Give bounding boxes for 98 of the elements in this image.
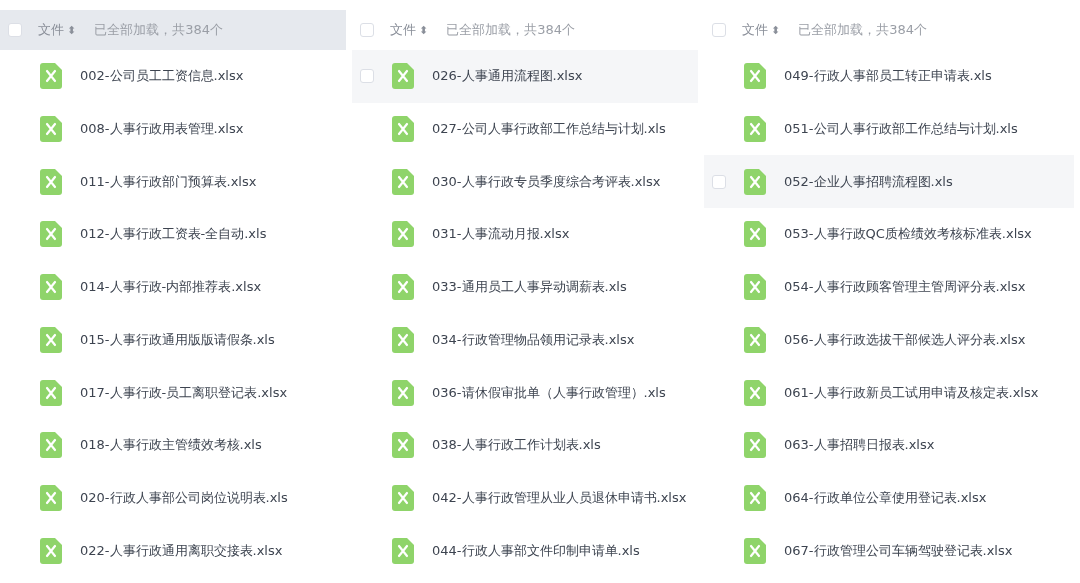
file-name: 049-行政人事部员工转正申请表.xls bbox=[784, 67, 992, 86]
row-checkbox[interactable] bbox=[712, 174, 726, 189]
file-name: 027-公司人事行政部工作总结与计划.xls bbox=[432, 120, 666, 139]
load-status: 已全部加载，共384个 bbox=[446, 21, 576, 39]
file-row[interactable]: 061-人事行政新员工试用申请及核定表.xlsx bbox=[704, 366, 1074, 419]
spreadsheet-file-icon bbox=[40, 168, 62, 195]
file-row[interactable]: 011-人事行政部门预算表.xlsx bbox=[0, 155, 346, 209]
file-name: 022-人事行政通用离职交接表.xlsx bbox=[80, 541, 283, 560]
file-name: 014-人事行政-内部推荐表.xlsx bbox=[80, 278, 262, 297]
file-row[interactable]: 027-公司人事行政部工作总结与计划.xls bbox=[352, 102, 698, 156]
file-name: 051-公司人事行政部工作总结与计划.xls bbox=[784, 120, 1018, 139]
spreadsheet-file-icon bbox=[744, 379, 766, 406]
file-row[interactable]: 012-人事行政工资表-全自动.xls bbox=[0, 208, 346, 261]
select-all-checkbox[interactable] bbox=[360, 23, 374, 37]
file-name: 042-人事行政管理从业人员退休申请书.xlsx bbox=[432, 488, 687, 507]
spreadsheet-file-icon bbox=[392, 168, 414, 195]
spreadsheet-file-icon bbox=[392, 484, 414, 511]
spreadsheet-file-icon bbox=[392, 274, 414, 301]
spreadsheet-file-icon bbox=[744, 221, 766, 248]
file-row[interactable]: 002-公司员工工资信息.xlsx bbox=[0, 50, 346, 103]
file-name: 054-人事行政顾客管理主管周评分表.xlsx bbox=[784, 278, 1026, 297]
file-row[interactable]: 030-人事行政专员季度综合考评表.xlsx bbox=[352, 155, 698, 209]
file-row[interactable]: 064-行政单位公章使用登记表.xlsx bbox=[704, 471, 1074, 525]
file-row[interactable]: 034-行政管理物品领用记录表.xlsx bbox=[352, 313, 698, 367]
file-row[interactable]: 033-通用员工人事异动调薪表.xls bbox=[352, 260, 698, 314]
file-name: 002-公司员工工资信息.xlsx bbox=[80, 67, 244, 86]
load-status: 已全部加载，共384个 bbox=[798, 21, 928, 39]
spreadsheet-file-icon bbox=[744, 168, 766, 195]
file-name: 044-行政人事部文件印制申请单.xls bbox=[432, 541, 640, 560]
load-status: 已全部加载，共384个 bbox=[94, 21, 224, 39]
spreadsheet-file-icon bbox=[392, 379, 414, 406]
file-row[interactable]: 026-人事通用流程图.xlsx bbox=[352, 50, 698, 103]
file-name: 064-行政单位公章使用登记表.xlsx bbox=[784, 488, 987, 507]
spreadsheet-file-icon bbox=[40, 221, 62, 248]
spreadsheet-file-icon bbox=[40, 432, 62, 459]
file-row[interactable]: 052-企业人事招聘流程图.xls bbox=[704, 155, 1074, 209]
file-row[interactable]: 042-人事行政管理从业人员退休申请书.xlsx bbox=[352, 471, 698, 525]
spreadsheet-file-icon bbox=[392, 432, 414, 459]
file-row[interactable]: 049-行政人事部员工转正申请表.xls bbox=[704, 50, 1074, 103]
spreadsheet-file-icon bbox=[392, 326, 414, 353]
file-name: 036-请休假审批单（人事行政管理）.xls bbox=[432, 383, 666, 402]
row-checkbox[interactable] bbox=[360, 69, 374, 84]
file-name: 033-通用员工人事异动调薪表.xls bbox=[432, 278, 627, 297]
spreadsheet-file-icon bbox=[744, 432, 766, 459]
file-row[interactable]: 008-人事行政用表管理.xlsx bbox=[0, 102, 346, 156]
file-name: 026-人事通用流程图.xlsx bbox=[432, 67, 583, 86]
file-row[interactable]: 020-行政人事部公司岗位说明表.xls bbox=[0, 471, 346, 525]
spreadsheet-file-icon bbox=[744, 63, 766, 90]
select-all-checkbox[interactable] bbox=[712, 23, 726, 37]
file-row[interactable]: 044-行政人事部文件印制申请单.xls bbox=[352, 524, 698, 578]
file-row[interactable]: 063-人事招聘日报表.xlsx bbox=[704, 418, 1074, 472]
spreadsheet-file-icon bbox=[40, 484, 62, 511]
file-name: 015-人事行政通用版版请假条.xls bbox=[80, 330, 275, 349]
spreadsheet-file-icon bbox=[392, 221, 414, 248]
spreadsheet-file-icon bbox=[40, 379, 62, 406]
spreadsheet-file-icon bbox=[40, 116, 62, 143]
spreadsheet-file-icon bbox=[744, 537, 766, 564]
spreadsheet-file-icon bbox=[744, 326, 766, 353]
spreadsheet-file-icon bbox=[40, 274, 62, 301]
file-name: 034-行政管理物品领用记录表.xlsx bbox=[432, 330, 635, 349]
file-name: 052-企业人事招聘流程图.xls bbox=[784, 172, 953, 191]
file-name: 038-人事行政工作计划表.xls bbox=[432, 436, 601, 455]
file-row[interactable]: 038-人事行政工作计划表.xls bbox=[352, 418, 698, 472]
spreadsheet-file-icon bbox=[392, 116, 414, 143]
file-name: 056-人事行政选拔干部候选人评分表.xlsx bbox=[784, 330, 1026, 349]
file-row[interactable]: 022-人事行政通用离职交接表.xlsx bbox=[0, 524, 346, 578]
spreadsheet-file-icon bbox=[392, 63, 414, 90]
spreadsheet-file-icon bbox=[40, 537, 62, 564]
file-name: 067-行政管理公司车辆驾驶登记表.xlsx bbox=[784, 541, 1013, 560]
spreadsheet-file-icon bbox=[40, 326, 62, 353]
file-row[interactable]: 017-人事行政-员工离职登记表.xlsx bbox=[0, 366, 346, 419]
file-name: 018-人事行政主管绩效考核.xls bbox=[80, 436, 262, 455]
file-name: 008-人事行政用表管理.xlsx bbox=[80, 120, 244, 139]
file-row[interactable]: 051-公司人事行政部工作总结与计划.xls bbox=[704, 102, 1074, 156]
file-row[interactable]: 031-人事流动月报.xlsx bbox=[352, 208, 698, 261]
file-name: 061-人事行政新员工试用申请及核定表.xlsx bbox=[784, 383, 1039, 402]
file-row[interactable]: 053-人事行政QC质检绩效考核标准表.xlsx bbox=[704, 208, 1074, 261]
file-row[interactable]: 014-人事行政-内部推荐表.xlsx bbox=[0, 260, 346, 314]
spreadsheet-file-icon bbox=[744, 116, 766, 143]
file-name: 031-人事流动月报.xlsx bbox=[432, 225, 570, 244]
select-all-checkbox[interactable] bbox=[8, 23, 22, 37]
file-row[interactable]: 036-请休假审批单（人事行政管理）.xls bbox=[352, 366, 698, 419]
spreadsheet-file-icon bbox=[392, 537, 414, 564]
file-row[interactable]: 054-人事行政顾客管理主管周评分表.xlsx bbox=[704, 260, 1074, 314]
file-row[interactable]: 056-人事行政选拔干部候选人评分表.xlsx bbox=[704, 313, 1074, 367]
file-row[interactable]: 018-人事行政主管绩效考核.xls bbox=[0, 418, 346, 472]
file-row[interactable]: 015-人事行政通用版版请假条.xls bbox=[0, 313, 346, 367]
file-name: 053-人事行政QC质检绩效考核标准表.xlsx bbox=[784, 225, 1032, 244]
file-name: 011-人事行政部门预算表.xlsx bbox=[80, 172, 257, 191]
file-name: 063-人事招聘日报表.xlsx bbox=[784, 436, 935, 455]
file-name: 030-人事行政专员季度综合考评表.xlsx bbox=[432, 172, 661, 191]
spreadsheet-file-icon bbox=[744, 484, 766, 511]
file-name: 020-行政人事部公司岗位说明表.xls bbox=[80, 488, 288, 507]
file-name: 012-人事行政工资表-全自动.xls bbox=[80, 225, 267, 244]
spreadsheet-file-icon bbox=[744, 274, 766, 301]
file-row[interactable]: 067-行政管理公司车辆驾驶登记表.xlsx bbox=[704, 524, 1074, 578]
spreadsheet-file-icon bbox=[40, 63, 62, 90]
file-name: 017-人事行政-员工离职登记表.xlsx bbox=[80, 383, 288, 402]
